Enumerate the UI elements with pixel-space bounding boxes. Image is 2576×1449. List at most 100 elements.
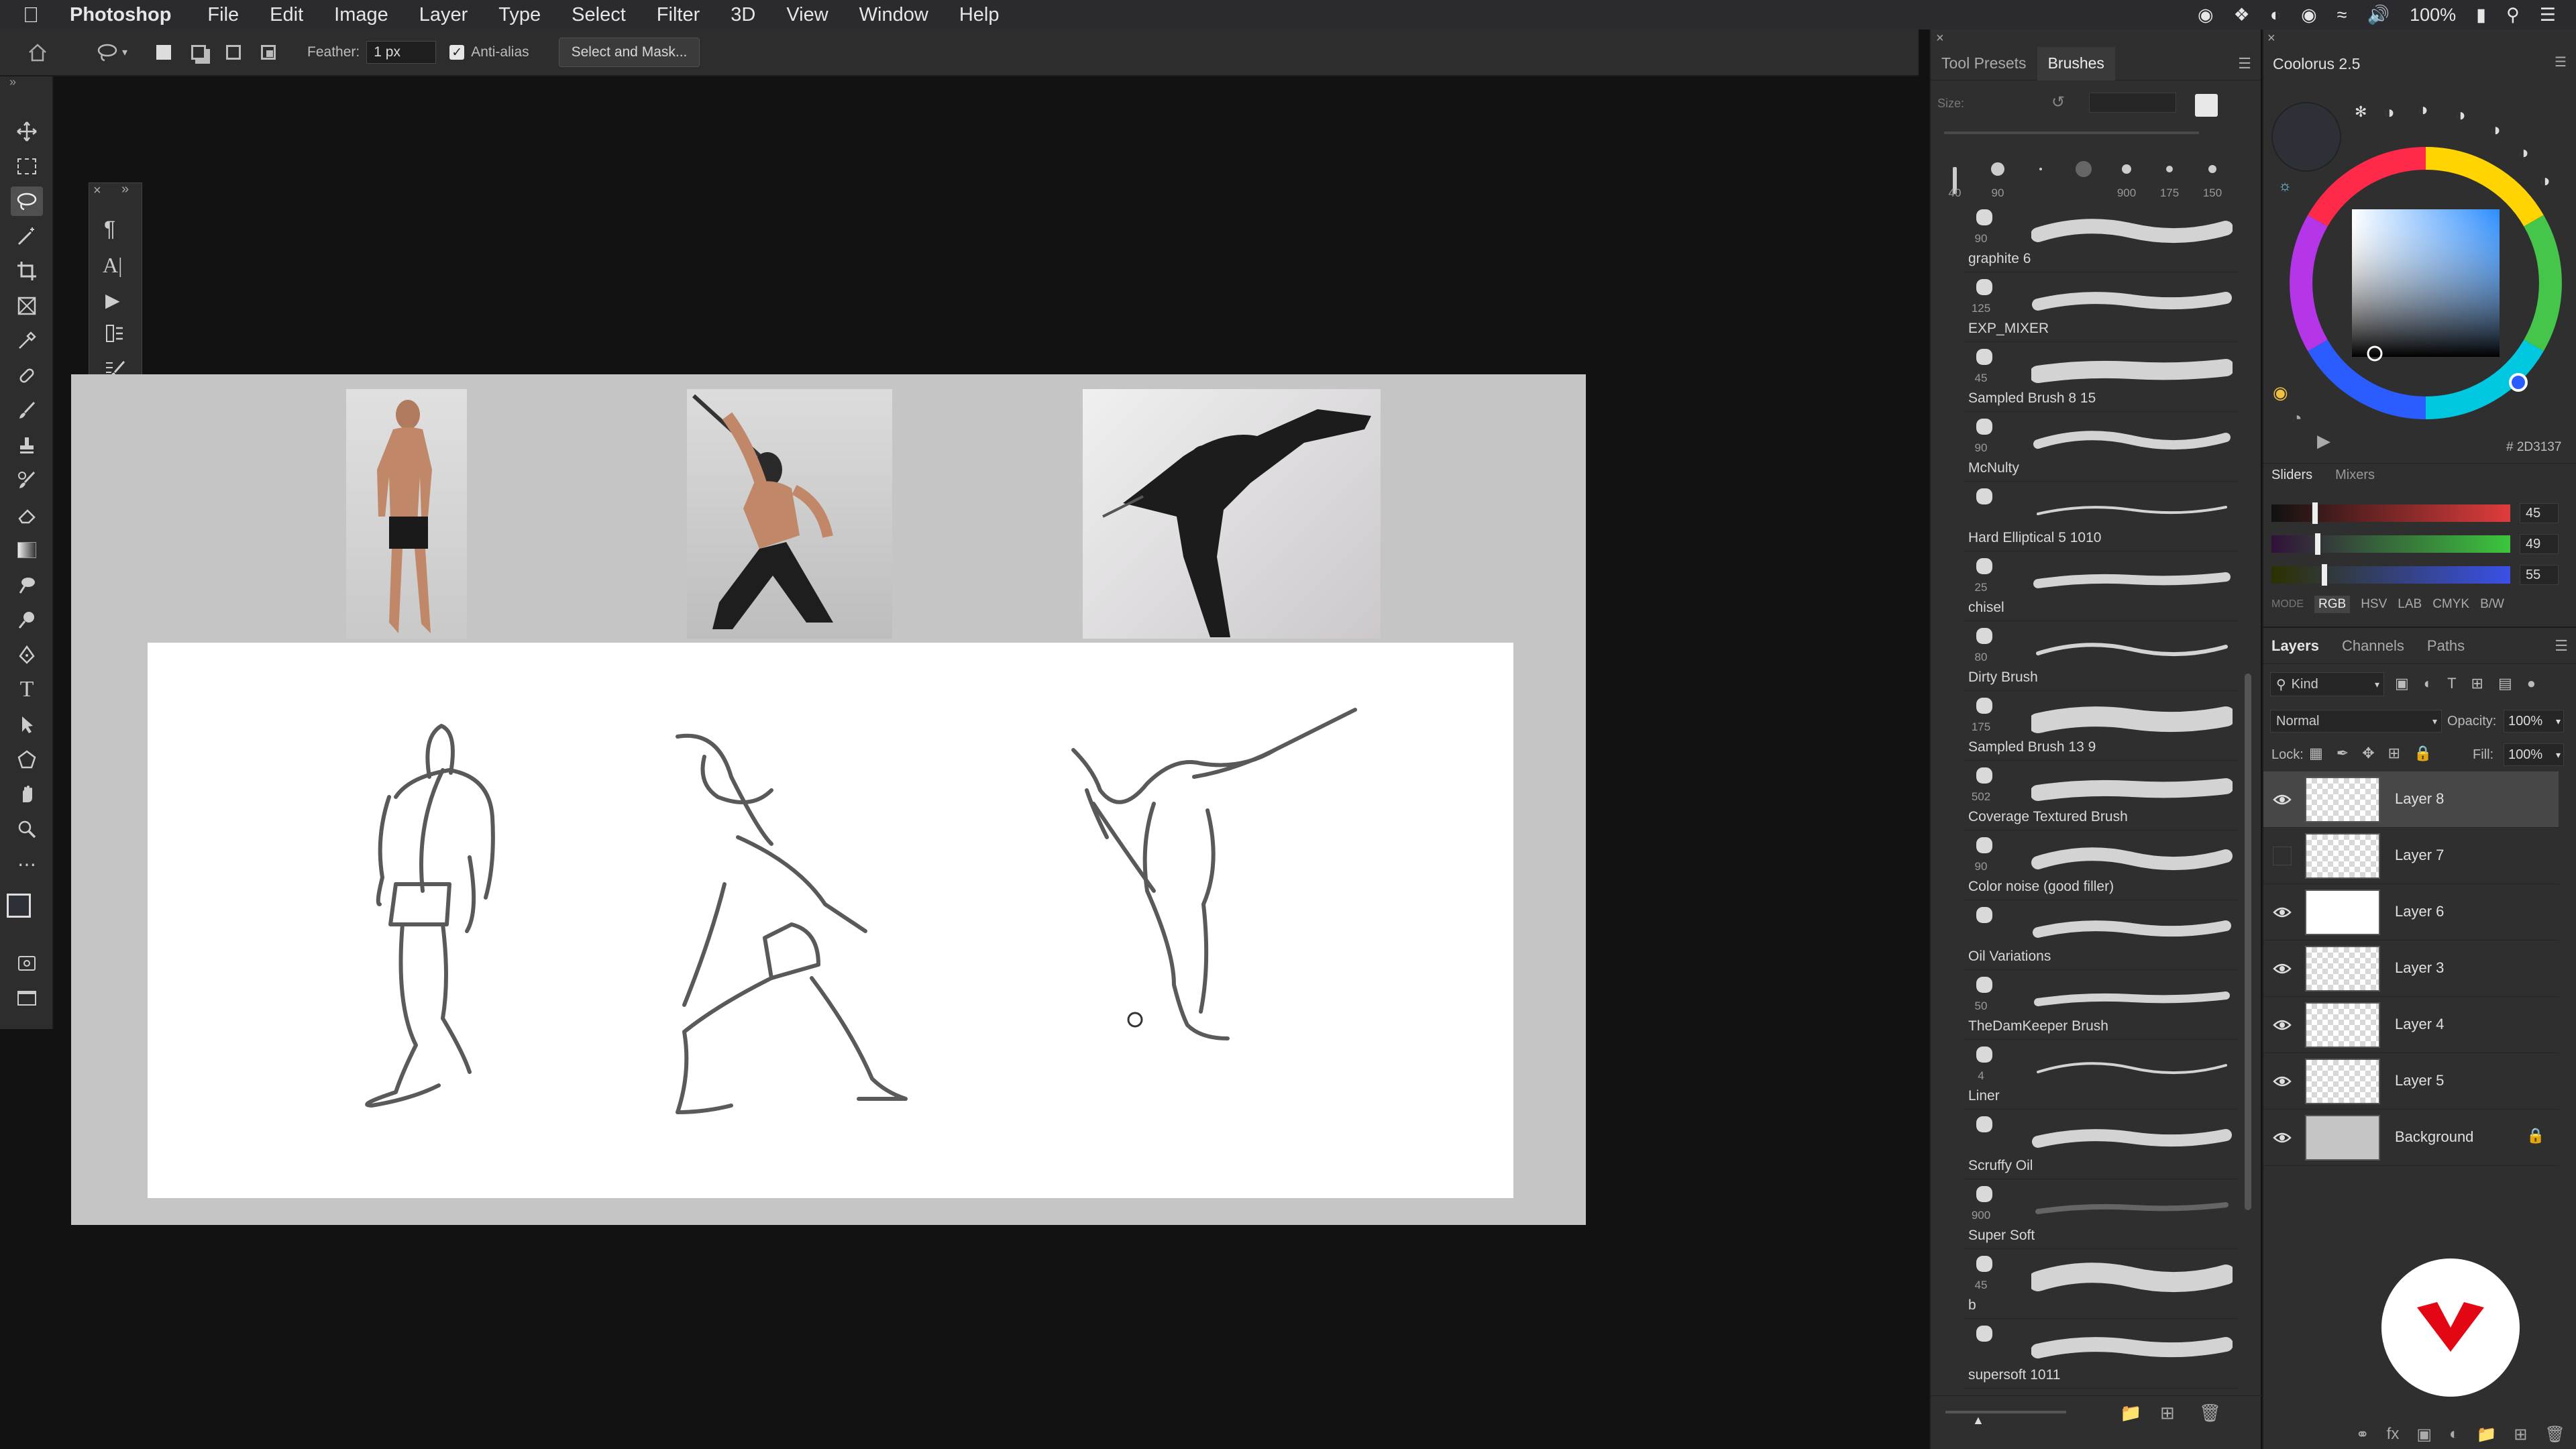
subtract-selection-icon[interactable] xyxy=(221,40,246,64)
clone-stamp-tool-icon[interactable] xyxy=(11,431,43,460)
filter-toggle-icon[interactable]: ● xyxy=(2527,675,2536,692)
frame-tool-icon[interactable] xyxy=(11,291,43,321)
color-mode-icon[interactable]: ◉ xyxy=(2273,382,2288,403)
add-mask-icon[interactable]: ▣ xyxy=(2416,1425,2432,1449)
wheel-option-1-icon[interactable]: ◑ xyxy=(2384,102,2395,123)
brush-preset-item[interactable]: 900 Super Soft xyxy=(1964,1179,2239,1249)
filter-adjustment-icon[interactable]: ◐ xyxy=(2424,675,2432,692)
green-slider-thumb[interactable] xyxy=(2314,533,2321,555)
paragraph-icon[interactable]: ¶ xyxy=(104,217,115,241)
size-input[interactable] xyxy=(2089,93,2176,113)
screen-mode-icon[interactable] xyxy=(11,983,43,1013)
delete-brush-icon[interactable]: 🗑 xyxy=(2199,1403,2221,1424)
collapse-icon[interactable]: » xyxy=(121,182,129,197)
opacity-input[interactable]: 100% ▾ xyxy=(2504,710,2564,733)
visibility-eye-icon[interactable] xyxy=(2273,959,2292,978)
color-wheel[interactable] xyxy=(2278,136,2573,431)
tab-paths[interactable]: Paths xyxy=(2427,637,2465,655)
brush-preset-item[interactable]: 45 Sampled Brush 8 15 xyxy=(1964,342,2239,412)
wheel-option-6-icon[interactable]: ◑ xyxy=(2540,170,2551,191)
eyedropper-icon[interactable]: ✻ xyxy=(2355,103,2367,121)
new-group-icon[interactable]: 📁 xyxy=(2120,1403,2141,1424)
mode-cmyk[interactable]: CMYK xyxy=(2432,597,2469,612)
move-tool-icon[interactable] xyxy=(11,117,43,146)
red-slider-thumb[interactable] xyxy=(2312,502,2318,525)
lock-artboard-icon[interactable]: ⊞ xyxy=(2388,745,2400,762)
brush-preset-item[interactable]: 4 Liner xyxy=(1964,1040,2239,1110)
brush-preset-item[interactable]: supersoft 1011 xyxy=(1964,1319,2239,1389)
sync-icon[interactable]: ◐ xyxy=(2270,5,2281,25)
wheel-tool-2-icon[interactable]: ▶ xyxy=(2317,431,2330,451)
volume-icon[interactable]: 🔊 xyxy=(2367,4,2390,25)
visibility-eye-icon[interactable] xyxy=(2273,1072,2292,1091)
color-swatches[interactable] xyxy=(7,888,47,928)
brush-preset-item[interactable]: Oil Variations xyxy=(1964,900,2239,970)
brush-preset-item[interactable]: 125 EXP_MIXER xyxy=(1964,272,2239,342)
lock-position-icon[interactable]: ✥ xyxy=(2362,745,2374,762)
blend-mode-select[interactable]: Normal ▾ xyxy=(2270,710,2442,733)
delete-layer-icon[interactable]: 🗑 xyxy=(2545,1425,2565,1449)
creative-cloud-icon[interactable]: ◉ xyxy=(2198,5,2214,25)
recent-brush-item[interactable]: 150 xyxy=(2192,154,2233,201)
notification-center-icon[interactable]: ☰ xyxy=(2540,5,2556,25)
layer-row[interactable]: Layer 4 xyxy=(2263,997,2559,1053)
pen-tool-icon[interactable] xyxy=(11,640,43,669)
reset-size-icon[interactable]: ↺ xyxy=(2051,93,2065,112)
adjustment-layer-icon[interactable]: ◐ xyxy=(2449,1425,2459,1449)
wheel-option-5-icon[interactable]: ◑ xyxy=(2518,142,2529,163)
recent-brush-item[interactable]: 900 xyxy=(2106,154,2147,201)
recent-brush-item[interactable] xyxy=(2063,154,2104,201)
chevron-down-icon[interactable]: ▾ xyxy=(122,46,127,59)
recent-brush-item[interactable] xyxy=(2021,154,2061,201)
menu-window[interactable]: Window xyxy=(859,4,928,26)
visibility-eye-icon[interactable] xyxy=(2273,790,2292,809)
crop-tool-icon[interactable] xyxy=(11,256,43,286)
red-slider-track[interactable] xyxy=(2271,504,2510,522)
wheel-option-4-icon[interactable]: ◑ xyxy=(2490,119,2501,140)
dropbox-icon[interactable]: ❖ xyxy=(2234,5,2250,25)
wifi-icon[interactable]: ≈ xyxy=(2337,5,2347,25)
brush-preset-item[interactable]: 25 chisel xyxy=(1964,551,2239,621)
close-icon[interactable]: × xyxy=(2267,31,2275,46)
visibility-eye-icon[interactable] xyxy=(2273,903,2292,922)
brush-preset-item[interactable]: 90 graphite 6 xyxy=(1964,203,2239,272)
new-brush-icon[interactable]: ⊞ xyxy=(2160,1403,2175,1424)
layer-row[interactable]: Layer 5 xyxy=(2263,1053,2559,1110)
panel-menu-icon[interactable]: ☰ xyxy=(2555,54,2567,70)
layer-row[interactable]: Layer 3 xyxy=(2263,941,2559,997)
fill-input[interactable]: 100% ▾ xyxy=(2504,743,2564,766)
lock-image-icon[interactable]: ✒ xyxy=(2337,745,2349,762)
mode-rgb[interactable]: RGB xyxy=(2314,596,2351,613)
eyedropper-tool-icon[interactable] xyxy=(11,326,43,356)
chevron-down-icon[interactable]: ▾ xyxy=(2556,749,2561,761)
history-brush-tool-icon[interactable] xyxy=(11,466,43,495)
filter-pixel-icon[interactable]: ▣ xyxy=(2395,675,2409,692)
slider-thumb-icon[interactable]: ▲ xyxy=(1972,1413,1984,1428)
blue-slider-track[interactable] xyxy=(2271,566,2510,584)
wheel-option-3-icon[interactable]: ◑ xyxy=(2455,105,2466,125)
brush-list-scrollbar[interactable] xyxy=(2245,674,2251,1210)
recent-brush-item[interactable]: 90 xyxy=(1978,154,2018,201)
tab-tool-presets[interactable]: Tool Presets xyxy=(1931,47,2037,80)
tab-brushes[interactable]: Brushes xyxy=(2037,46,2115,80)
tab-layers[interactable]: Layers xyxy=(2271,637,2319,655)
red-slider[interactable]: 45 xyxy=(2271,500,2567,527)
eraser-tool-icon[interactable] xyxy=(11,500,43,530)
menu-help[interactable]: Help xyxy=(959,4,1000,26)
menu-view[interactable]: View xyxy=(786,4,828,26)
green-slider-track[interactable] xyxy=(2271,535,2510,553)
brush-preset-item[interactable]: 502 Coverage Textured Brush xyxy=(1964,761,2239,830)
gradient-tool-icon[interactable] xyxy=(11,535,43,565)
recent-brush-item[interactable]: 175 xyxy=(2149,154,2190,201)
chevron-down-icon[interactable]: ▾ xyxy=(2556,716,2561,727)
hex-value[interactable]: # 2D3137 xyxy=(2506,440,2561,455)
panel-menu-icon[interactable]: ☰ xyxy=(2555,637,2568,655)
select-and-mask-button[interactable]: Select and Mask... xyxy=(558,38,700,67)
marquee-tool-icon[interactable] xyxy=(11,152,43,181)
blue-value[interactable]: 55 xyxy=(2520,565,2559,585)
character-icon[interactable]: A| xyxy=(103,253,123,278)
antialias-checkbox[interactable]: ✓ xyxy=(449,45,465,60)
brush-preset-item[interactable]: Hard Elliptical 5 1010 xyxy=(1964,482,2239,551)
shape-tool-icon[interactable] xyxy=(11,745,43,774)
fx-icon[interactable]: fx xyxy=(2387,1425,2400,1449)
